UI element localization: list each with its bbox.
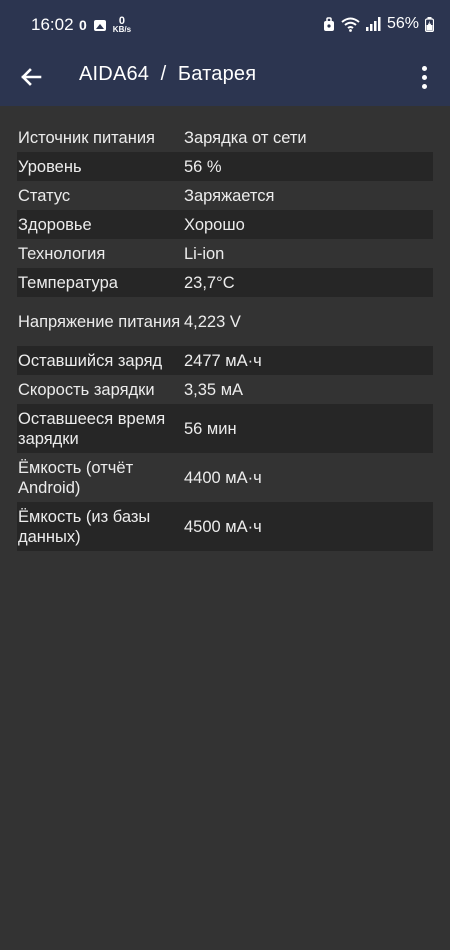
info-row-capacity-android: Ёмкость (отчёт Android) 4400 мА·ч: [17, 453, 433, 502]
wifi-icon: [341, 17, 360, 32]
info-value: 2477 мА·ч: [184, 351, 262, 370]
info-value: Хорошо: [184, 215, 245, 234]
info-row-temperature: Температура 23,7°C: [17, 268, 433, 297]
page-title: AIDA64 / Батарея: [79, 63, 257, 85]
info-value: Заряжается: [184, 186, 275, 205]
overflow-menu-button[interactable]: [412, 62, 436, 92]
info-value: Li-ion: [184, 244, 225, 263]
network-speed: 0 KB/s: [113, 16, 131, 34]
info-label: Напряжение питания: [18, 312, 181, 331]
info-value: 4400 мА·ч: [184, 468, 262, 487]
network-speed-unit: KB/s: [112, 25, 132, 34]
info-label: Ёмкость (из базы данных): [18, 507, 151, 546]
battery-charging-icon: [425, 16, 434, 32]
status-right-icons: 56%: [323, 15, 434, 33]
info-row-power-source: Источник питания Зарядка от сети: [17, 123, 433, 152]
info-value: Зарядка от сети: [184, 128, 307, 147]
info-value: 56 мин: [184, 419, 237, 438]
info-value: 4,223 V: [184, 312, 241, 331]
info-row-status: Статус Заряжается: [17, 181, 433, 210]
info-value: 3,35 мА: [184, 380, 244, 399]
info-row-remaining-charge: Оставшийся заряд 2477 мА·ч: [17, 346, 433, 375]
app-bar: AIDA64 / Батарея: [0, 46, 450, 106]
info-label: Температура: [18, 273, 118, 292]
notification-count: 0: [79, 17, 87, 33]
signal-icon: [365, 17, 381, 31]
status-notification-icons: 0 0 KB/s: [79, 16, 131, 34]
info-label: Ёмкость (отчёт Android): [18, 458, 134, 497]
info-label: Источник питания: [18, 128, 155, 147]
info-label: Статус: [18, 186, 71, 205]
lock-battery-icon: [323, 16, 335, 32]
more-vert-icon-dot: [421, 83, 427, 89]
info-row-time-to-full: Оставшееся время зарядки 56 мин: [17, 404, 433, 453]
back-button[interactable]: [16, 62, 46, 92]
info-label: Уровень: [18, 157, 82, 176]
status-bar: 16:02 0 0 KB/s 56%: [0, 0, 450, 46]
more-vert-icon: [421, 65, 427, 71]
info-row-capacity-database: Ёмкость (из базы данных) 4500 мА·ч: [17, 502, 433, 551]
info-row-charge-rate: Скорость зарядки 3,35 мА: [17, 375, 433, 404]
info-label: Скорость зарядки: [18, 380, 155, 399]
info-value: 56 %: [184, 157, 222, 176]
info-label: Технология: [18, 244, 106, 263]
battery-percent: 56%: [386, 15, 419, 32]
gallery-icon: [93, 19, 106, 31]
status-time: 16:02: [31, 15, 74, 34]
more-vert-icon-dot: [421, 74, 427, 80]
info-label: Здоровье: [18, 215, 92, 234]
info-label: Оставшееся время зарядки: [18, 409, 166, 448]
info-row-level: Уровень 56 %: [17, 152, 433, 181]
info-label: Оставшийся заряд: [18, 351, 163, 370]
info-value: 23,7°C: [184, 273, 235, 292]
battery-info-table: Источник питания Зарядка от сети Уровень…: [17, 123, 433, 551]
info-row-health: Здоровье Хорошо: [17, 210, 433, 239]
info-value: 4500 мА·ч: [184, 517, 262, 536]
info-row-technology: Технология Li-ion: [17, 239, 433, 268]
arrow-left-icon: [21, 68, 42, 86]
info-row-voltage: Напряжение питания 4,223 V: [17, 297, 433, 346]
